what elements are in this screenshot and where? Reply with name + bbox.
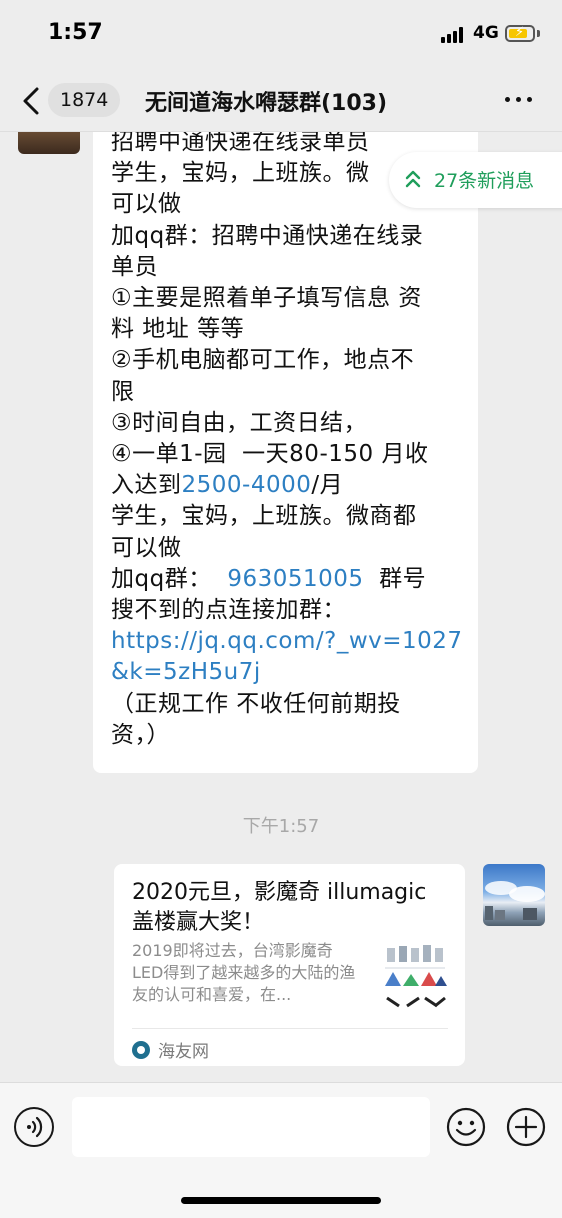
message-link[interactable]: https://jq.qq.com/?_wv=1027 [111,628,463,654]
message-input[interactable] [72,1097,430,1157]
message-line: ④一单1-园 一天80-150 月收 [111,439,471,470]
message-line-text: 加qq群： [111,565,228,592]
more-dots-icon[interactable] [505,95,535,105]
message-line-text: 单员 [111,253,158,280]
double-chevron-up-icon [405,170,421,188]
message-line-text: 学生，宝妈，上班族。微 [111,160,370,187]
message-line-text: ②手机电脑都可工作，地点不 [111,347,415,374]
message-link[interactable]: 963051005 [227,566,363,592]
nav-bar: 1874 无间道海水嘚瑟群(103) [0,70,562,132]
message-line-text: 资，） [111,721,170,748]
message-line: 限 [111,377,471,408]
message-line: 加qq群： 963051005 群号 [111,564,471,595]
status-time: 1:57 [48,20,103,45]
message-line: ③时间自由，工资日结， [111,408,471,439]
message-line: （正规工作 不收任何前期投 [111,689,471,720]
source-logo-icon [132,1041,150,1059]
message-line: ②手机电脑都可工作，地点不 [111,345,471,376]
message-link[interactable]: 2500-4000 [182,472,312,498]
message-line: &k=5zH5u7j [111,657,471,688]
card-divider [132,1028,448,1029]
card-thumbnail [379,942,449,1012]
status-bar: 1:57 4G ⚡ [0,0,562,70]
message-line-text: 料 地址 等等 [111,316,245,343]
message-line-text: 学生，宝妈，上班族。微商都 [111,503,417,530]
chevron-left-icon[interactable] [20,86,44,116]
message-line: 加qq群：招聘中通快递在线录 [111,221,471,252]
card-description: 2019即将过去，台湾影魔奇LED得到了越来越多的大陆的渔友的认可和喜爱，在..… [132,941,356,1004]
message-line: 入达到2500-4000/月 [111,470,471,501]
message-line: 料 地址 等等 [111,314,471,345]
battery-charging-icon: ⚡ [505,25,535,42]
unread-count-badge[interactable]: 1874 [48,83,121,117]
message-line-text: 搜不到的点连接加群： [111,597,346,624]
message-line-text: 群号 [363,565,427,592]
message-line-text: 入达到 [111,472,182,499]
home-indicator [181,1197,381,1204]
card-source: 海友网 [158,1042,209,1062]
message-line: ①主要是照着单子填写信息 资 [111,283,471,314]
message-line-text: 可以做 [111,191,182,218]
chat-area[interactable]: 招聘中通快递在线录单员 学生，宝妈，上班族。微 可以做 加qq群：招聘中通快递在线录单… [0,132,562,1082]
message-link[interactable]: &k=5zH5u7j [111,659,261,685]
signal-bars-icon [441,27,467,43]
message-line: 学生，宝妈，上班族。微商都 [111,501,471,532]
input-bar [0,1082,562,1218]
chat-title: 无间道海水嘚瑟群(103) [145,91,388,116]
my-avatar[interactable] [483,864,545,926]
message-line-text: 招聘中通快递在线录单员 [111,132,370,155]
battery-cap [537,30,540,37]
voice-icon[interactable] [14,1107,54,1147]
network-type: 4G [473,23,499,43]
message-line-text: 限 [111,378,135,405]
sender-avatar[interactable] [18,132,80,154]
message-line: 可以做 [111,533,471,564]
message-line: 单员 [111,252,471,283]
message-line: 资，） [111,720,471,751]
message-line-text: ①主要是照着单子填写信息 资 [111,285,422,312]
message-line-text: ④一单1-园 一天80-150 月收 [111,441,429,468]
plus-icon[interactable] [506,1107,546,1147]
message-line-text: 加qq群：招聘中通快递在线录 [111,222,424,249]
incoming-message-text: 招聘中通快递在线录单员 学生，宝妈，上班族。微 可以做 加qq群：招聘中通快递在线录单… [111,132,471,751]
new-messages-button[interactable]: 27条新消息 [389,152,562,208]
card-title: 2020元旦，影魔奇 illumagic 盖楼赢大奖！ [132,880,427,935]
message-line-text: /月 [311,472,344,499]
message-line-text: 可以做 [111,534,182,561]
message-line-text: （正规工作 不收任何前期投 [111,690,401,717]
emoji-icon[interactable] [446,1107,486,1147]
link-card-message[interactable]: 2020元旦，影魔奇 illumagic 盖楼赢大奖！ 2019即将过去，台湾影… [114,864,465,1066]
message-line-text: ③时间自由，工资日结， [111,409,368,436]
message-line: 搜不到的点连接加群： [111,595,471,626]
message-line: https://jq.qq.com/?_wv=1027 [111,626,471,657]
message-timestamp: 下午1:57 [242,816,320,837]
new-messages-label: 27条新消息 [434,170,535,192]
